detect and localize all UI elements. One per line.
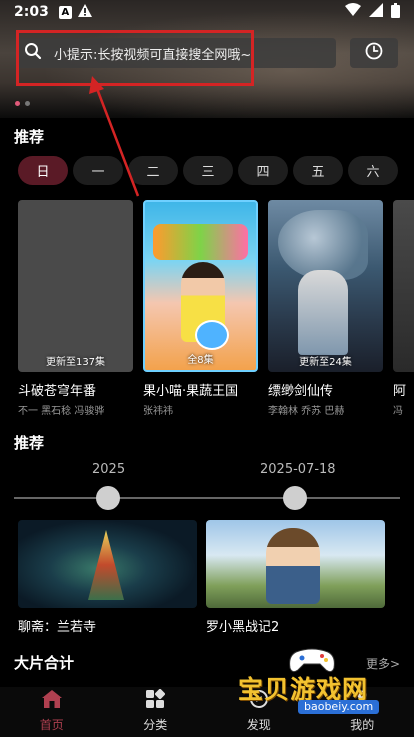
status-time: 2:03 xyxy=(14,4,49,20)
signal-icon xyxy=(369,3,383,21)
notification-a-icon: A xyxy=(58,5,72,19)
watermark-url: baobeiy.com xyxy=(298,700,380,714)
warning-icon xyxy=(77,3,92,21)
watermark-logo: 宝贝游戏网 baobeiy.com xyxy=(234,646,388,716)
status-bar: 2:03 A xyxy=(0,0,414,24)
wifi-icon xyxy=(345,3,361,21)
battery-icon xyxy=(391,2,400,22)
annotation-arrow xyxy=(89,76,140,197)
